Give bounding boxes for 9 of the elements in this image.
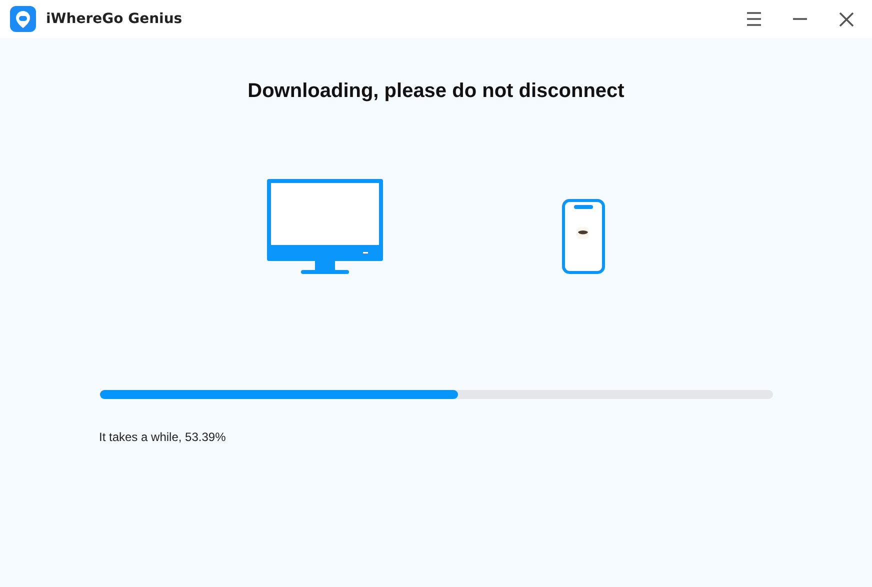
window-title: iWhereGo Genius bbox=[46, 11, 184, 27]
phone-icon bbox=[562, 199, 605, 274]
menu-icon bbox=[746, 12, 762, 26]
close-icon bbox=[838, 12, 854, 26]
progress-status: It takes a while, 53.39% bbox=[99, 430, 226, 444]
monitor-icon bbox=[267, 179, 383, 274]
heading: Downloading, please do not disconnect bbox=[248, 80, 624, 103]
minimize-icon bbox=[793, 18, 807, 20]
app-logo-icon bbox=[10, 6, 36, 32]
